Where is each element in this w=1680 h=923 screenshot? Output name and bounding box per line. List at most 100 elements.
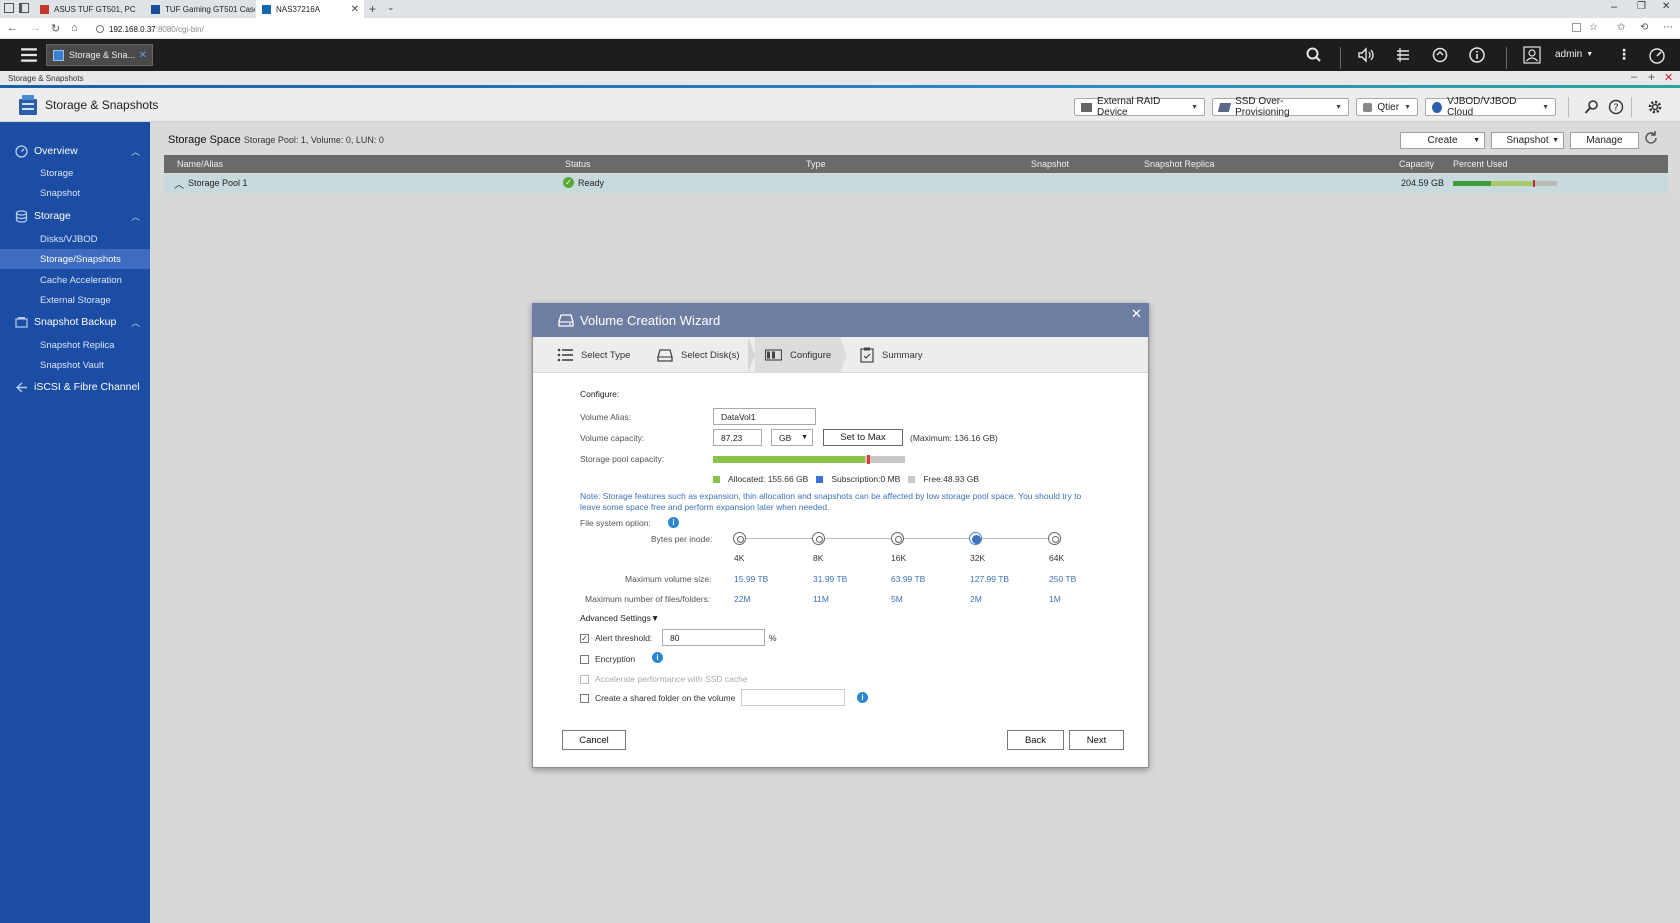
browser-tab-3[interactable]: NAS37216A ✕ xyxy=(256,0,364,18)
shared-folder-name-input[interactable] xyxy=(741,689,845,706)
sync-icon[interactable] xyxy=(1431,46,1449,64)
sidebar-item-snapshot-vault[interactable]: Snapshot Vault xyxy=(0,355,150,375)
user-avatar-icon[interactable] xyxy=(1523,46,1541,64)
column-header-percent-used[interactable]: Percent Used xyxy=(1453,159,1508,169)
shared-folder-checkbox[interactable] xyxy=(580,694,589,703)
close-tab-icon[interactable]: ✕ xyxy=(351,4,359,15)
reading-view-icon[interactable] xyxy=(1572,23,1581,32)
sidebar-item-external-storage[interactable]: External Storage xyxy=(0,290,150,310)
column-header-status[interactable]: Status xyxy=(565,159,591,169)
column-header-type[interactable]: Type xyxy=(806,159,826,169)
refresh-icon[interactable] xyxy=(1643,130,1659,146)
inode-label: 32K xyxy=(970,553,986,563)
window-minimize-icon[interactable]: – xyxy=(1631,71,1637,83)
info-icon[interactable]: i xyxy=(652,652,663,663)
inode-radio-32k[interactable] xyxy=(969,532,982,545)
open-app-tab[interactable]: Storage & Sna... ✕ xyxy=(46,44,153,66)
background-tasks-icon[interactable] xyxy=(1394,46,1412,64)
sidebar-group-storage[interactable]: Storage ︿ xyxy=(0,206,150,226)
home-icon[interactable]: ⌂ xyxy=(71,22,78,34)
info-icon[interactable] xyxy=(1468,46,1486,64)
sidebar-item-cache-acceleration[interactable]: Cache Acceleration xyxy=(0,270,150,290)
advanced-settings-toggle[interactable]: Advanced Settings▼ xyxy=(580,613,659,623)
next-button[interactable]: Next xyxy=(1069,730,1124,750)
chevron-up-icon[interactable]: ︿ xyxy=(131,145,140,158)
sidebar-item-storage[interactable]: Storage xyxy=(0,163,150,183)
column-header-name[interactable]: Name/Alias xyxy=(177,159,223,169)
caret-down-icon: ▼ xyxy=(1191,103,1198,111)
storage-analysis-icon[interactable] xyxy=(1584,99,1600,115)
hamburger-menu-icon[interactable] xyxy=(20,46,38,64)
chevron-up-icon[interactable]: ︿ xyxy=(131,210,140,223)
sidebar-group-snapshot-backup[interactable]: Snapshot Backup ︿ xyxy=(0,312,150,332)
chevron-down-icon[interactable]: ⌄ xyxy=(387,2,395,13)
sidebar-item-storage-snapshots[interactable]: Storage/Snapshots xyxy=(0,249,150,269)
sidebar-item-disks-vjbod[interactable]: Disks/VJBOD xyxy=(0,229,150,249)
list-icon xyxy=(557,348,573,362)
inode-radio-64k[interactable] xyxy=(1048,532,1061,545)
back-button[interactable]: Back xyxy=(1007,730,1064,750)
info-icon[interactable]: i xyxy=(857,692,868,703)
close-icon[interactable]: ✕ xyxy=(1131,306,1142,322)
expand-chevron-icon[interactable]: ︿ xyxy=(174,176,184,191)
browser-tab-1[interactable]: ASUS TUF GT501, PC Case ( xyxy=(34,0,137,18)
dashboard-gauge-icon[interactable] xyxy=(1648,46,1666,64)
create-button[interactable]: Create ▼ xyxy=(1400,132,1485,149)
sidebar-item-snapshot[interactable]: Snapshot xyxy=(0,183,150,203)
history-icon[interactable]: ⟲ xyxy=(1640,22,1648,33)
more-options-icon[interactable]: ⋮ xyxy=(1617,46,1631,63)
table-row[interactable]: ︿ Storage Pool 1 ✓ Ready 204.59 GB xyxy=(164,174,1668,193)
volume-capacity-input[interactable]: 87.23 xyxy=(713,429,762,446)
encryption-checkbox[interactable] xyxy=(580,655,589,664)
chevron-up-icon[interactable]: ︿ xyxy=(131,316,140,329)
button-label: VJBOD/VJBOD Cloud xyxy=(1447,96,1517,118)
browser-tab-2[interactable]: TUF Gaming GT501 Case | C xyxy=(145,0,255,18)
more-menu-icon[interactable]: ⋯ xyxy=(1663,22,1673,33)
inode-radio-16k[interactable] xyxy=(891,532,904,545)
sidebar-item-snapshot-replica[interactable]: Snapshot Replica xyxy=(0,335,150,355)
column-header-snapshot[interactable]: Snapshot xyxy=(1031,159,1069,169)
caret-down-icon: ▼ xyxy=(1552,137,1559,144)
caret-down-icon: ▼ xyxy=(1404,103,1411,111)
volume-icon[interactable] xyxy=(1357,46,1375,64)
alert-threshold-checkbox[interactable]: ✓ xyxy=(580,634,589,643)
ssd-over-provisioning-button[interactable]: SSD Over-Provisioning ▼ xyxy=(1212,96,1349,118)
settings-gear-icon[interactable] xyxy=(1646,98,1664,116)
manage-button[interactable]: Manage xyxy=(1570,132,1639,149)
volume-alias-input[interactable]: DataVol1 xyxy=(713,408,816,425)
url-field[interactable]: 192.168.0.37:8080/cgi-bin/ xyxy=(96,22,204,36)
new-tab-icon[interactable]: + xyxy=(369,2,376,16)
back-arrow-icon[interactable]: ← xyxy=(7,22,18,34)
qtier-button[interactable]: Qtier ▼ xyxy=(1356,98,1418,116)
favorite-star-icon[interactable]: ☆ xyxy=(1589,22,1598,33)
forward-arrow-icon[interactable]: → xyxy=(30,22,41,34)
capacity-unit-select[interactable]: GB ▼ xyxy=(771,429,813,446)
help-icon[interactable]: ? xyxy=(1608,99,1624,115)
inode-radio-4k[interactable] xyxy=(733,532,746,545)
window-menu-icon[interactable] xyxy=(4,3,14,13)
vjbod-cloud-button[interactable]: VJBOD/VJBOD Cloud ▼ xyxy=(1425,96,1556,118)
window-close-icon[interactable]: ✕ xyxy=(1664,71,1673,84)
external-raid-device-button[interactable]: External RAID Device ▼ xyxy=(1074,96,1205,118)
snapshot-button[interactable]: Snapshot ▼ xyxy=(1491,132,1564,149)
maximize-window-icon[interactable]: ❐ xyxy=(1637,1,1646,12)
sidebar-group-iscsi-fibre[interactable]: iSCSI & Fibre Channel xyxy=(0,377,150,397)
sidebar-group-label: iSCSI & Fibre Channel xyxy=(34,381,140,393)
reload-icon[interactable]: ↻ xyxy=(51,22,60,35)
user-menu[interactable]: admin ▼ xyxy=(1555,49,1593,60)
inode-radio-8k[interactable] xyxy=(812,532,825,545)
set-to-max-button[interactable]: Set to Max xyxy=(823,429,903,446)
tab-actions-icon[interactable] xyxy=(19,3,29,13)
search-icon[interactable] xyxy=(1305,46,1323,64)
minimize-window-icon[interactable]: – xyxy=(1611,1,1617,13)
cancel-button[interactable]: Cancel xyxy=(562,730,626,750)
close-window-icon[interactable]: ✕ xyxy=(1662,1,1670,12)
favorites-bar-icon[interactable]: ✩ xyxy=(1617,22,1625,33)
column-header-capacity[interactable]: Capacity xyxy=(1399,159,1434,169)
close-app-tab-icon[interactable]: ✕ xyxy=(139,50,147,61)
sidebar-group-overview[interactable]: Overview ︿ xyxy=(0,141,150,161)
window-maximize-icon[interactable]: + xyxy=(1648,70,1655,84)
column-header-snapshot-replica[interactable]: Snapshot Replica xyxy=(1144,159,1215,169)
alert-threshold-input[interactable]: 80 xyxy=(662,629,765,646)
info-icon[interactable]: i xyxy=(668,517,679,528)
